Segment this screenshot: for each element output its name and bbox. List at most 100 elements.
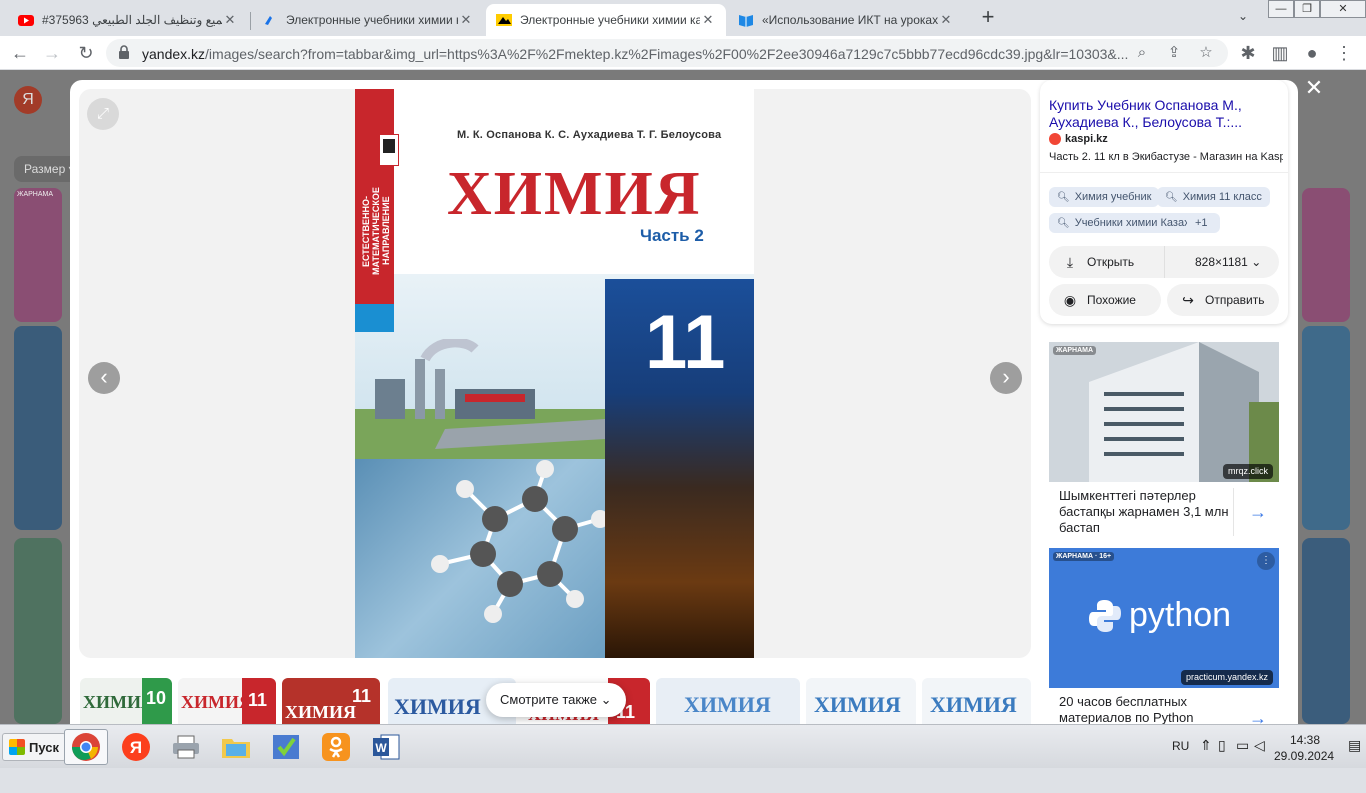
extensions-icon[interactable]: ✱ xyxy=(1236,41,1260,65)
thumbnail[interactable]: ХИМИЯ xyxy=(656,678,800,724)
thumb-title: ХИМИЯ xyxy=(930,692,1017,717)
start-button[interactable]: Пуск xyxy=(2,733,66,761)
ad-card[interactable]: ЖАРНАМА mrqz.click Шымкенттегі пәтерлер … xyxy=(1049,342,1279,542)
share-arrow-icon: ↪ xyxy=(1182,291,1194,308)
taskbar-tasks[interactable] xyxy=(264,729,308,765)
divider xyxy=(1040,172,1288,173)
lock-icon[interactable] xyxy=(118,45,130,59)
taskbar-chrome[interactable] xyxy=(64,729,108,765)
windows-flag-icon xyxy=(9,739,25,755)
ad-text: 20 часов бесплатных материалов по Python xyxy=(1059,694,1194,724)
ad-card[interactable]: python ЖАРНАМА · 16+ ⋮ practicum.yandex.… xyxy=(1049,548,1279,724)
arrow-right-icon[interactable]: → xyxy=(1249,708,1267,724)
tab-separator xyxy=(250,12,251,30)
volume-icon[interactable]: ◁ xyxy=(1254,737,1265,781)
taskbar-explorer[interactable] xyxy=(214,729,258,765)
tab-youtube[interactable]: #375963 تلميع وتنظيف الجلد الطبيعي ✕ xyxy=(8,4,248,36)
side-panel-icon[interactable]: ▥ xyxy=(1268,41,1292,65)
similar-button[interactable]: ◉ Похожие xyxy=(1049,284,1161,316)
bookmark-star-icon[interactable]: ☆ xyxy=(1196,43,1216,63)
more-tags-chip[interactable]: +1 xyxy=(1187,213,1216,233)
close-viewer-icon[interactable]: ✕ xyxy=(1302,76,1326,100)
clock-date[interactable]: 29.09.2024 xyxy=(1274,749,1334,793)
more-options-icon[interactable]: ⋮ xyxy=(1257,552,1275,570)
tray-network-icon[interactable]: ▭ xyxy=(1236,737,1249,781)
benzene-molecule-illustration xyxy=(431,460,609,623)
download-icon: ⤓ xyxy=(1066,253,1074,270)
size-selector[interactable]: 828×1181 ⌄ xyxy=(1165,255,1261,269)
ad-domain: mrqz.click xyxy=(1223,464,1273,479)
open-image-button[interactable]: ⤓ Открыть 828×1181 ⌄ xyxy=(1049,246,1279,278)
book-part: Часть 2 xyxy=(640,226,704,245)
tag-chip[interactable]: 🔍︎ Химия учебник xyxy=(1049,187,1160,207)
thumb-number: 10 xyxy=(146,688,167,708)
prev-image-icon[interactable]: ‹ xyxy=(88,362,120,394)
tab-yandex-images[interactable]: Электронные учебники химии каз ✕ xyxy=(486,4,726,36)
source-title-link[interactable]: Купить Учебник Оспанова М., Аухадиева К.… xyxy=(1049,97,1281,131)
chip-label: Химия 11 класс xyxy=(1182,191,1262,203)
kaspi-icon xyxy=(1049,133,1061,145)
tab-gdoc[interactable]: Электронные учебники химии каз ✕ xyxy=(252,4,484,36)
address-bar[interactable]: yandex.kz/images/search?from=tabbar&img_… xyxy=(106,39,1228,67)
close-tab-icon[interactable]: ✕ xyxy=(458,12,474,28)
thumbnail[interactable]: ХИМИЯ11 xyxy=(282,678,380,724)
menu-icon[interactable]: ⋮ xyxy=(1332,41,1356,65)
result-tile[interactable] xyxy=(1302,538,1350,724)
tab-ikt[interactable]: «Использование ИКТ на уроках хи ✕ xyxy=(728,4,964,36)
result-tile[interactable] xyxy=(14,538,62,724)
chrome-icon xyxy=(72,733,100,761)
size-label: 828×1181 xyxy=(1195,255,1248,269)
see-also-button[interactable]: Смотрите также ⌄ xyxy=(486,683,626,717)
result-tile[interactable] xyxy=(14,326,62,530)
chevron-down-icon: ⌄ xyxy=(600,692,612,707)
taskbar-odnoklassniki[interactable] xyxy=(314,729,358,765)
forward-icon[interactable]: → xyxy=(40,41,64,65)
reload-icon[interactable]: ↻ xyxy=(74,41,98,65)
tag-chip[interactable]: 🔍︎ Химия 11 класс xyxy=(1157,187,1270,207)
taskbar-printer[interactable] xyxy=(164,729,208,765)
tray-device-icon[interactable]: ▯ xyxy=(1218,737,1226,781)
python-logo-icon xyxy=(1089,600,1121,632)
tab-title: Электронные учебники химии каз xyxy=(286,13,458,27)
yandex-images-icon xyxy=(496,14,512,26)
language-indicator[interactable]: RU xyxy=(1172,739,1189,783)
zoom-search-icon[interactable]: ⌕ xyxy=(1132,43,1152,63)
thumbnail[interactable]: ХИМИЯ11 xyxy=(178,678,276,724)
url-host: yandex.kz xyxy=(142,46,206,62)
next-image-icon[interactable]: › xyxy=(990,362,1022,394)
source-site[interactable]: kaspi.kz xyxy=(1049,133,1108,145)
share-icon[interactable]: ⇪ xyxy=(1164,43,1184,63)
result-tile[interactable]: ЖАРНАМА xyxy=(14,188,62,322)
chevron-down-icon[interactable]: ⌄ xyxy=(1238,9,1248,23)
divider xyxy=(1233,488,1234,536)
minimize-icon[interactable]: — xyxy=(1268,0,1294,18)
open-section[interactable]: ⤓ Открыть xyxy=(1049,246,1165,278)
new-tab-icon[interactable]: + xyxy=(976,6,1000,30)
share-button[interactable]: ↪ Отправить xyxy=(1167,284,1279,316)
thumbnail[interactable]: ХИМИЯ xyxy=(922,678,1031,724)
back-icon[interactable]: ← xyxy=(8,41,32,65)
ad-text: Шымкенттегі пәтерлер бастапқы жарнамен 3… xyxy=(1059,488,1229,535)
restore-icon[interactable]: ❐ xyxy=(1294,0,1320,18)
profile-icon[interactable]: ● xyxy=(1300,41,1324,65)
close-tab-icon[interactable]: ✕ xyxy=(222,12,238,28)
close-tab-icon[interactable]: ✕ xyxy=(700,12,716,28)
expand-icon[interactable]: ⤢ xyxy=(87,98,119,130)
result-tile[interactable] xyxy=(1302,188,1350,322)
arrow-right-icon[interactable]: → xyxy=(1249,502,1267,523)
taskbar-word[interactable]: W xyxy=(364,729,408,765)
tray-expand-icon[interactable]: ⇑ xyxy=(1200,737,1212,781)
close-tab-icon[interactable]: ✕ xyxy=(938,12,954,28)
window-close-icon[interactable]: ✕ xyxy=(1320,0,1366,18)
ad-building-image xyxy=(1049,342,1279,482)
odnoklassniki-icon xyxy=(322,733,350,761)
source-site-name: kaspi.kz xyxy=(1065,133,1108,145)
notifications-icon[interactable]: ▤ xyxy=(1348,737,1361,781)
result-tile[interactable] xyxy=(1302,326,1350,530)
search-icon: 🔍︎ xyxy=(1165,192,1178,203)
thumbnail[interactable]: ХИМИЯ xyxy=(806,678,916,724)
yandex-logo[interactable]: Я xyxy=(14,86,42,114)
thumbnail[interactable]: ХИМИЯ 10 xyxy=(80,678,172,724)
book-cover-image[interactable]: 11 ЕСТЕСТВЕННО-МАТЕМАТИЧЕСКОЕ НАПРАВЛЕНИ… xyxy=(355,89,754,658)
taskbar-yandex[interactable]: Я xyxy=(114,729,158,765)
